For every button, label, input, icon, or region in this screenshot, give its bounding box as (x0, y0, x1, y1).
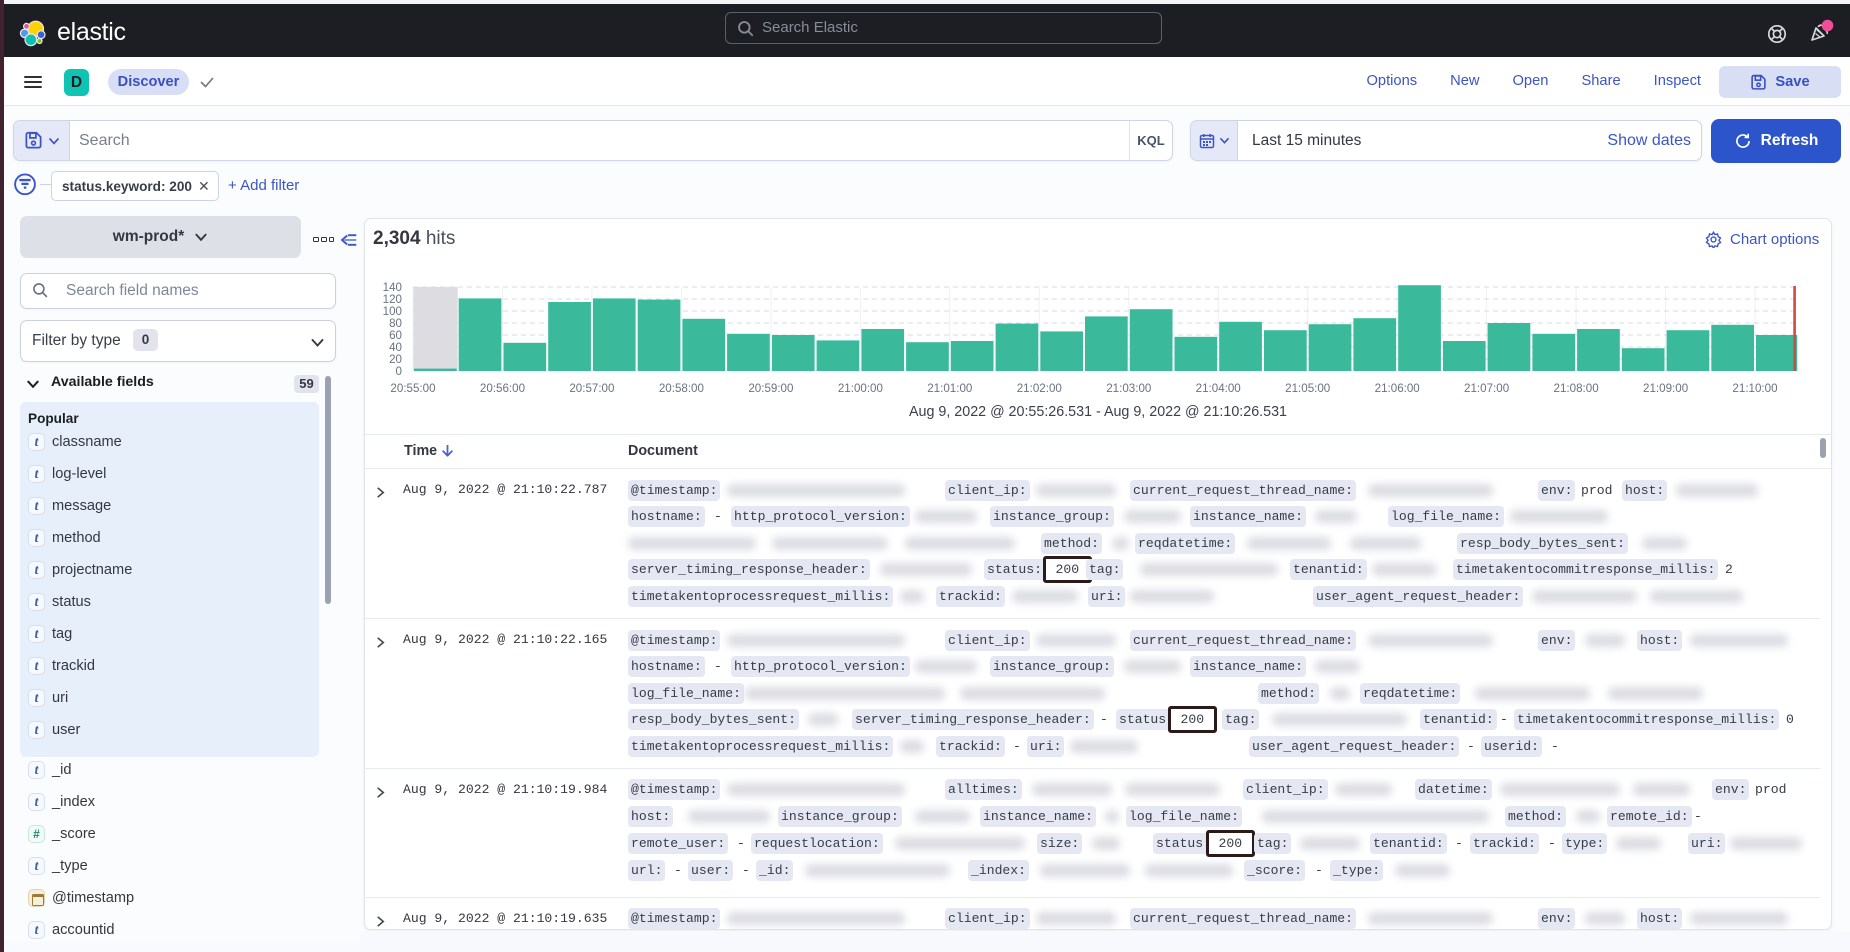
svg-text:21:09:00: 21:09:00 (1643, 382, 1688, 395)
svg-text:80: 80 (389, 317, 402, 330)
svg-text:21:03:00: 21:03:00 (1106, 382, 1151, 395)
svg-text:21:02:00: 21:02:00 (1017, 382, 1062, 395)
svg-text:20:57:00: 20:57:00 (569, 382, 614, 395)
svg-text:40: 40 (389, 341, 402, 354)
svg-text:21:01:00: 21:01:00 (927, 382, 972, 395)
svg-text:20:59:00: 20:59:00 (748, 382, 793, 395)
svg-text:21:06:00: 21:06:00 (1375, 382, 1420, 395)
svg-text:21:04:00: 21:04:00 (1196, 382, 1241, 395)
svg-text:60: 60 (389, 329, 402, 342)
svg-text:20:55:00: 20:55:00 (390, 382, 435, 395)
svg-text:140: 140 (383, 281, 402, 294)
svg-text:21:10:00: 21:10:00 (1732, 382, 1777, 395)
svg-text:20:58:00: 20:58:00 (659, 382, 704, 395)
svg-text:100: 100 (383, 305, 402, 318)
svg-text:21:00:00: 21:00:00 (838, 382, 883, 395)
svg-text:21:07:00: 21:07:00 (1464, 382, 1509, 395)
svg-text:20: 20 (389, 353, 402, 366)
svg-text:21:08:00: 21:08:00 (1554, 382, 1599, 395)
svg-text:21:05:00: 21:05:00 (1285, 382, 1330, 395)
svg-text:0: 0 (396, 365, 402, 378)
svg-text:20:56:00: 20:56:00 (480, 382, 525, 395)
svg-text:120: 120 (383, 293, 402, 306)
